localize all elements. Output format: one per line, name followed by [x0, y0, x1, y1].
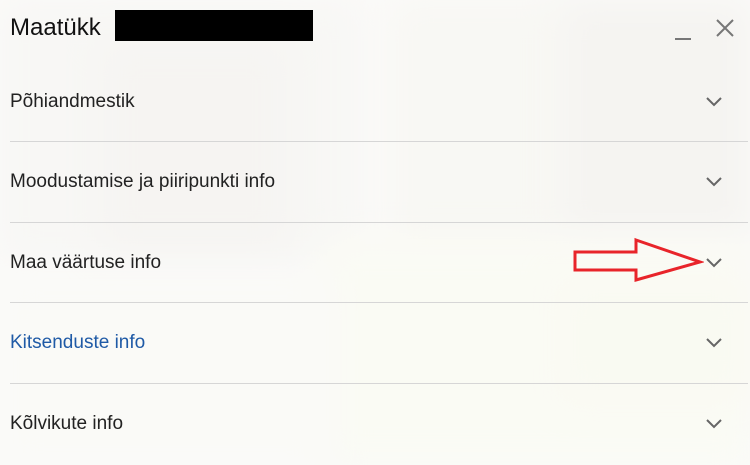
section-kolvikute-info[interactable]: Kõlvikute info	[10, 384, 748, 464]
section-label: Kitsenduste info	[10, 332, 146, 353]
close-icon[interactable]	[714, 17, 736, 39]
section-label: Moodustamise ja piiripunkti info	[10, 171, 276, 192]
section-label: Maa väärtuse info	[10, 252, 162, 273]
chevron-down-icon	[706, 97, 722, 107]
minimize-icon[interactable]	[674, 22, 692, 42]
chevron-down-icon	[706, 338, 722, 348]
chevron-down-icon	[706, 258, 722, 268]
panel-title: Maatükk	[10, 14, 101, 41]
panel-header: Maatükk	[0, 0, 750, 56]
info-panel: Maatükk Põhiandmestik Moodustamise ja pi…	[0, 0, 750, 465]
section-label: Põhiandmestik	[10, 91, 135, 112]
section-kitsenduste-info[interactable]: Kitsenduste info	[10, 303, 748, 383]
section-moodustamise-info[interactable]: Moodustamise ja piiripunkti info	[10, 142, 748, 222]
section-label: Kõlvikute info	[10, 413, 124, 434]
section-pohiandmestik[interactable]: Põhiandmestik	[10, 62, 748, 142]
redacted-identifier	[115, 10, 313, 41]
chevron-down-icon	[706, 419, 722, 429]
chevron-down-icon	[706, 177, 722, 187]
annotation-arrow-icon	[573, 237, 704, 282]
